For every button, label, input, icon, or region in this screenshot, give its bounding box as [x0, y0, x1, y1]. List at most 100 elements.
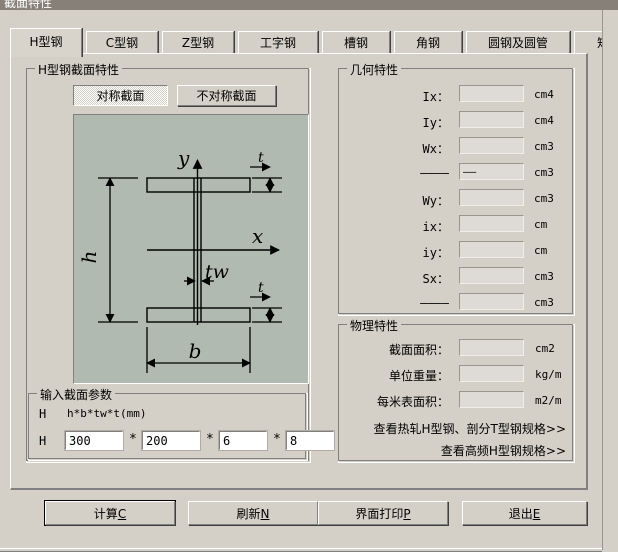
- physical-row-unit-1: kg/m: [535, 368, 562, 381]
- geometry-row-unit-8: cm3: [534, 296, 554, 309]
- dimension-label-b: b: [189, 339, 202, 363]
- bottom-button-accel: P: [403, 507, 411, 521]
- geometry-row-unit-3: cm3: [534, 166, 554, 179]
- section-characteristics-group: H型钢截面特性 对称截面 不对称截面 y x h b tw t t 输入截面参数…: [26, 61, 335, 463]
- geometry-row-label-0: Ix：: [422, 90, 449, 104]
- input-field-h[interactable]: [64, 430, 124, 451]
- geometry-row-value-7: [459, 267, 524, 284]
- geometry-row-label-8: ————: [420, 296, 449, 310]
- spec-link-0[interactable]: 查看热轧H型钢、剖分T型钢规格>>: [374, 420, 566, 437]
- dimension-label-tw: tw: [205, 261, 229, 283]
- bottom-button-label: 退出: [508, 507, 533, 521]
- input-parameters-group: 输入截面参数 H h*b*tw*t(mm) H * * *: [28, 386, 335, 461]
- input-field-tw[interactable]: [218, 430, 268, 451]
- physical-group: 物理特性 截面面积： cm2 单位重量： kg/m 每米表面积： m2/m 查看热轧H型钢…: [338, 317, 575, 463]
- separator-1: *: [129, 432, 137, 447]
- geometry-row-value-8: [459, 293, 524, 310]
- geometry-row-value-1: [459, 111, 524, 128]
- window-bottom-divider: [0, 548, 602, 552]
- h-beam-cross-section-drawing: y x h b tw t t: [77, 146, 282, 373]
- tab-0[interactable]: H型钢: [10, 28, 82, 57]
- tab-label: Z型钢: [181, 36, 215, 50]
- bottom-button-1[interactable]: 刷新N: [188, 501, 318, 525]
- asymmetric-section-button[interactable]: 不对称截面: [177, 85, 276, 106]
- bottom-button-accel: E: [532, 507, 541, 521]
- asymmetric-section-label: 不对称截面: [196, 89, 257, 103]
- input-row-prefix: H: [39, 434, 47, 448]
- tab-label: 槽钢: [343, 36, 368, 50]
- geometry-row-unit-0: cm4: [534, 88, 554, 101]
- geometry-group: 几何特性 Ix： cm4 Iy： cm4 Wx： cm3 ———— —— cm3 Wy： cm3 ix…: [338, 61, 575, 316]
- window-title: 截面特性: [4, 0, 53, 10]
- tab-5[interactable]: 角钢: [394, 31, 462, 54]
- physical-row-value-2: [459, 391, 524, 408]
- geometry-row-value-0: [459, 85, 524, 102]
- geometry-row-value-3: ——: [459, 163, 524, 180]
- geometry-row-unit-2: cm3: [534, 140, 554, 153]
- bottom-button-0[interactable]: 计算C: [45, 501, 175, 525]
- input-field-b[interactable]: [141, 430, 201, 451]
- physical-row-label-1: 单位重量：: [388, 369, 449, 383]
- geometry-row-value-6: [459, 241, 524, 258]
- physical-row-unit-2: m2/m: [535, 394, 562, 407]
- symmetric-section-label: 对称截面: [96, 89, 145, 103]
- geometry-row-unit-6: cm: [534, 244, 548, 257]
- bottom-button-bar: 计算C 刷新N 界面打印P 退出E: [0, 495, 602, 529]
- dimension-label-t-bottom: t: [258, 280, 264, 296]
- window-titlebar[interactable]: 截面特性: [0, 0, 618, 10]
- tab-label: 圆钢及圆管: [487, 36, 548, 50]
- geometry-row-value-2: [459, 137, 524, 154]
- geometry-row-unit-1: cm4: [534, 114, 554, 127]
- bottom-button-accel: N: [260, 507, 270, 521]
- dimension-label-t-top: t: [258, 150, 264, 166]
- bottom-button-3[interactable]: 退出E: [462, 501, 587, 525]
- input-header-formula: h*b*tw*t(mm): [67, 407, 147, 420]
- window-client-area: H型钢C型钢Z型钢工字钢槽钢角钢圆钢及圆管矩形管 H型钢截面特性 对称截面 不对…: [0, 10, 618, 552]
- physical-row-value-1: [459, 365, 524, 382]
- geometry-row-unit-4: cm3: [534, 192, 554, 205]
- tab-page-h-beam: H型钢截面特性 对称截面 不对称截面 y x h b tw t t 输入截面参数…: [10, 53, 588, 490]
- dimension-label-h: h: [77, 251, 101, 264]
- section-characteristics-title: H型钢截面特性: [35, 61, 123, 78]
- separator-3: *: [273, 432, 281, 447]
- geometry-row-unit-5: cm: [534, 218, 548, 231]
- tab-label: H型钢: [29, 35, 63, 49]
- bottom-button-label: 界面打印: [355, 507, 404, 521]
- physical-row-value-0: [459, 339, 524, 356]
- geometry-row-label-7: Sx：: [422, 272, 449, 286]
- input-parameters-title: 输入截面参数: [37, 386, 116, 403]
- tab-4[interactable]: 槽钢: [322, 31, 390, 54]
- geometry-row-value-4: [459, 189, 524, 206]
- geometry-row-label-4: Wy：: [422, 194, 449, 208]
- tab-3[interactable]: 工字钢: [238, 31, 318, 54]
- tab-label: 工字钢: [259, 36, 296, 50]
- geometry-row-label-5: ix：: [422, 220, 449, 234]
- tab-1[interactable]: C型钢: [86, 31, 158, 54]
- tab-label: C型钢: [105, 36, 139, 50]
- geometry-row-label-3: ————: [420, 166, 449, 180]
- geometry-row-unit-7: cm3: [534, 270, 554, 283]
- tab-2[interactable]: Z型钢: [162, 31, 234, 54]
- window-right-gutter: [602, 10, 618, 550]
- tab-6[interactable]: 圆钢及圆管: [466, 31, 570, 54]
- spec-link-1[interactable]: 查看高频H型钢规格>>: [441, 442, 566, 459]
- geometry-row-label-6: iy：: [422, 246, 449, 260]
- axis-label-x: x: [252, 224, 263, 248]
- input-header-prefix: H: [39, 407, 47, 421]
- input-field-t[interactable]: [285, 430, 335, 451]
- bottom-button-label: 计算: [93, 507, 118, 521]
- geometry-row-label-2: Wx：: [422, 142, 449, 156]
- physical-group-title: 物理特性: [347, 317, 402, 334]
- h-beam-diagram-frame: y x h b tw t t: [73, 114, 309, 384]
- axis-label-y: y: [177, 146, 190, 170]
- separator-2: *: [206, 432, 214, 447]
- symmetric-section-button[interactable]: 对称截面: [73, 85, 168, 106]
- bottom-button-accel: C: [117, 507, 127, 521]
- bottom-button-2[interactable]: 界面打印P: [318, 501, 448, 525]
- physical-row-label-2: 每米表面积：: [376, 395, 449, 409]
- physical-row-label-0: 截面面积：: [388, 343, 449, 357]
- geometry-row-label-1: Iy：: [422, 116, 449, 130]
- physical-row-unit-0: cm2: [535, 342, 555, 355]
- tab-strip: H型钢C型钢Z型钢工字钢槽钢角钢圆钢及圆管矩形管: [10, 28, 618, 57]
- tab-label: 角钢: [415, 36, 440, 50]
